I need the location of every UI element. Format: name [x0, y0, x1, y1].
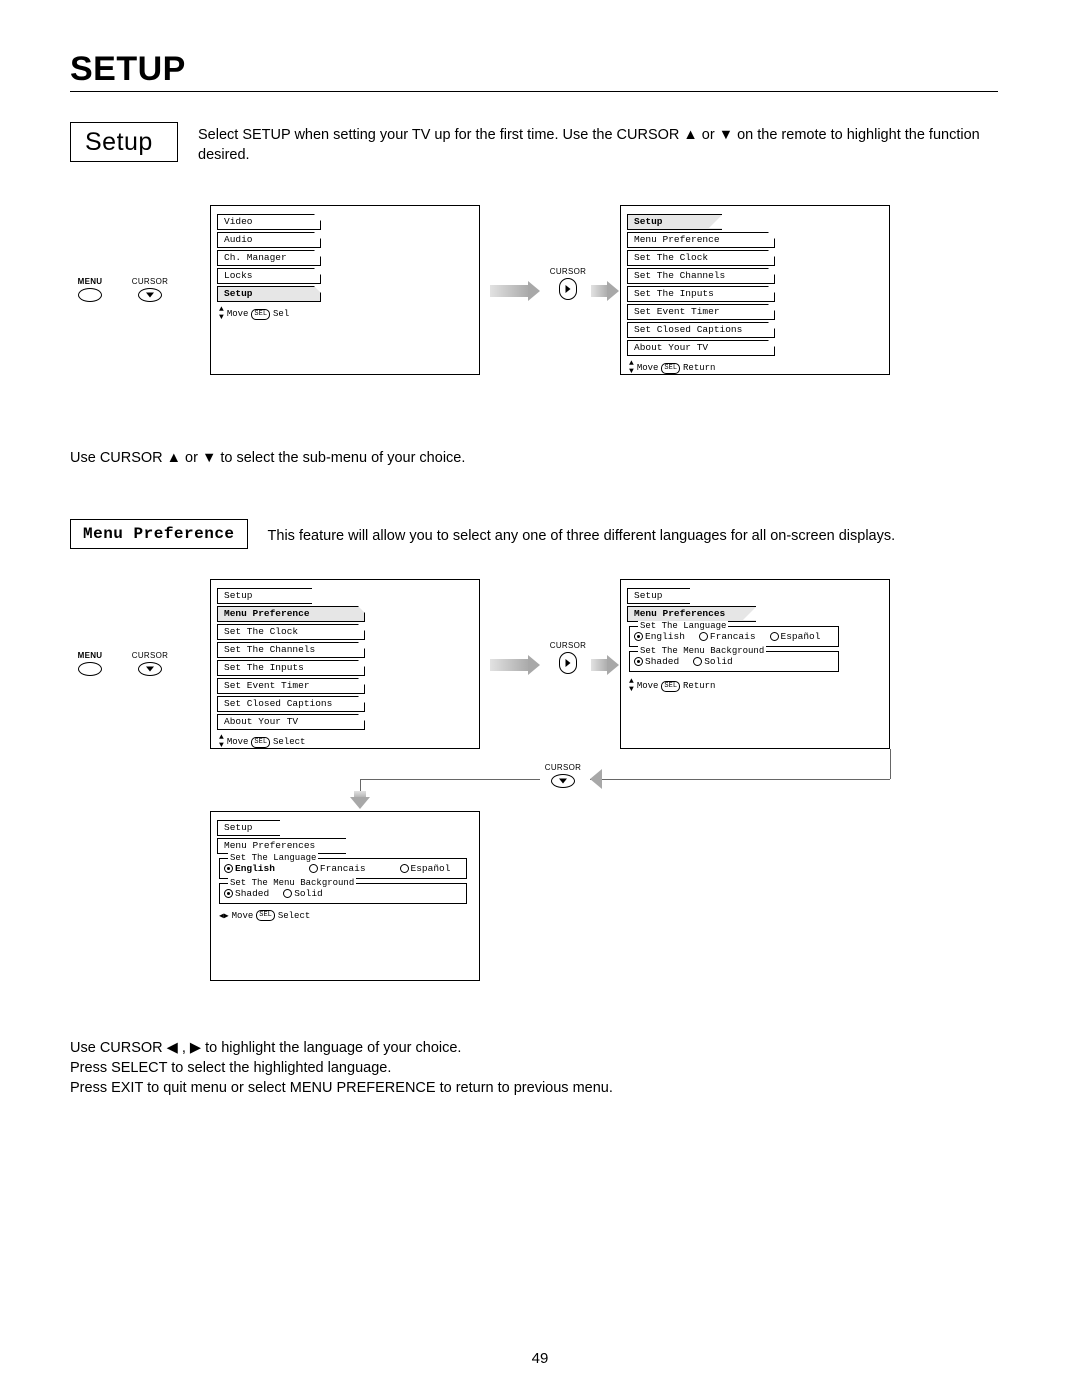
setup-description: Select SETUP when setting your TV up for… [198, 122, 998, 165]
cursor-label-5: CURSOR [543, 763, 583, 772]
menu-button-icon [78, 288, 102, 302]
menu-button-label: MENU [70, 277, 110, 286]
cursor-label-4: CURSOR [548, 641, 588, 650]
screen-setup-menupref: Setup Menu Preference Set The Clock Set … [210, 579, 480, 749]
menu-button-icon-2 [78, 662, 102, 676]
radio-solid-2: Solid [283, 888, 323, 899]
sel-pill: SEL [661, 681, 680, 692]
cursor-down-icon [138, 288, 162, 302]
menu-item-video: Video [217, 214, 321, 230]
radio-francais-2: Francais [309, 863, 366, 874]
menu-button-label-2: MENU [70, 651, 110, 660]
menu-item-audio: Audio [217, 232, 321, 248]
setup-item-clock: Set The Clock [627, 250, 775, 266]
item-menupref-sel: Menu Preference [217, 606, 365, 622]
radio-shaded: Shaded [634, 656, 679, 667]
set-bg-group-2: Set The Menu Background Shaded Solid [219, 883, 467, 904]
updown-icon: ▲▼ [219, 306, 224, 322]
setup-item-about: About Your TV [627, 340, 775, 356]
radio-shaded-2: Shaded [224, 888, 269, 899]
set-bg-legend-2: Set The Menu Background [228, 878, 356, 888]
radio-espanol: Español [770, 631, 821, 642]
menu-item-chmanager: Ch. Manager [217, 250, 321, 266]
cursor-right-icon-2 [559, 652, 577, 674]
pref-tab-setup: Setup [627, 588, 690, 604]
item-cc-2: Set Closed Captions [217, 696, 365, 712]
sel-pill: SEL [251, 309, 270, 320]
radio-francais: Francais [699, 631, 756, 642]
setup-desc-2: Use CURSOR ▲ or ▼ to select the sub-menu… [70, 445, 998, 469]
page-title: SETUP [70, 50, 998, 89]
connector-seg-1 [890, 749, 891, 779]
footer-line-3: Press EXIT to quit menu or select MENU P… [70, 1079, 998, 1099]
menu-hint-3: ▲▼ Move SEL Select [211, 732, 479, 752]
radio-solid: Solid [693, 656, 733, 667]
footer-line-2: Press SELECT to select the highlighted l… [70, 1059, 998, 1079]
title-rule [70, 91, 998, 92]
updown-icon: ▲▼ [629, 360, 634, 376]
screen-main-menu: Video Audio Ch. Manager Locks Setup ▲▼ M… [210, 205, 480, 375]
item-about-2: About Your TV [217, 714, 365, 730]
menu-item-locks: Locks [217, 268, 321, 284]
setup-tab: Setup [627, 214, 722, 230]
item-channels-2: Set The Channels [217, 642, 365, 658]
menu-hint-5: ◀▶ Move SEL Select [211, 908, 479, 923]
menu-hint-1: ▲▼ Move SEL Sel [211, 304, 479, 324]
sel-pill: SEL [251, 737, 270, 748]
set-language-group-2: Set The Language English Francais Españo… [219, 858, 467, 879]
cursor-right-icon [559, 278, 577, 300]
menu-item-setup: Setup [217, 286, 321, 302]
set-bg-legend: Set The Menu Background [638, 646, 766, 656]
arrow-right-1a [490, 285, 530, 297]
item-clock-2: Set The Clock [217, 624, 365, 640]
menu-hint-2: ▲▼ Move SEL Return [621, 358, 889, 378]
screen-menuprefs: Setup Menu Preferences Set The Language … [620, 579, 890, 749]
cursor-label-1: CURSOR [130, 277, 170, 286]
connector-seg-2 [590, 779, 890, 780]
set-language-legend-2: Set The Language [228, 853, 318, 863]
pref-tab-menuprefs: Menu Preferences [627, 606, 756, 622]
cursor-label-2: CURSOR [548, 267, 588, 276]
sel-pill: SEL [256, 910, 275, 921]
setup-item-timer: Set Event Timer [627, 304, 775, 320]
menu-hint-4: ▲▼ Move SEL Return [621, 676, 889, 696]
connector-seg-3 [360, 779, 540, 780]
leftright-icon: ◀▶ [219, 911, 229, 921]
screen-menuprefs-wide: Setup Menu Preferences Set The Language … [210, 811, 480, 981]
setup-label-box: Setup [70, 122, 178, 162]
cursor-label-3: CURSOR [130, 651, 170, 660]
pref-tab-menuprefs-2: Menu Preferences [217, 838, 346, 854]
radio-espanol-2: Español [400, 863, 451, 874]
cursor-down-icon-3 [551, 774, 575, 788]
set-bg-group: Set The Menu Background Shaded Solid [629, 651, 839, 672]
set-language-group: Set The Language English Francais Españo… [629, 626, 839, 647]
menupref-label-box: Menu Preference [70, 519, 248, 550]
arrow-right-1b [591, 285, 609, 297]
item-inputs-2: Set The Inputs [217, 660, 365, 676]
item-timer-2: Set Event Timer [217, 678, 365, 694]
cursor-down-icon-2 [138, 662, 162, 676]
setup-item-menupref: Menu Preference [627, 232, 775, 248]
radio-english-sel: English [224, 863, 275, 874]
arrow-right-2b [591, 659, 609, 671]
menupref-desc: This feature will allow you to select an… [268, 519, 998, 547]
updown-icon: ▲▼ [629, 678, 634, 694]
setup-item-cc: Set Closed Captions [627, 322, 775, 338]
arrow-left-1 [600, 773, 601, 785]
pref-tab-setup-2: Setup [217, 820, 280, 836]
setup-item-inputs: Set The Inputs [627, 286, 775, 302]
radio-english: English [634, 631, 685, 642]
sel-pill: SEL [661, 363, 680, 374]
setup-tab-2: Setup [217, 588, 312, 604]
set-language-legend: Set The Language [638, 621, 728, 631]
arrow-right-2a [490, 659, 530, 671]
footer-line-1: Use CURSOR ◀ , ▶ to highlight the langua… [70, 1039, 998, 1059]
screen-setup-menu: Setup Menu Preference Set The Clock Set … [620, 205, 890, 375]
arrow-down-1 [354, 791, 366, 799]
setup-item-channels: Set The Channels [627, 268, 775, 284]
page-number: 49 [0, 1350, 1080, 1367]
updown-icon: ▲▼ [219, 734, 224, 750]
